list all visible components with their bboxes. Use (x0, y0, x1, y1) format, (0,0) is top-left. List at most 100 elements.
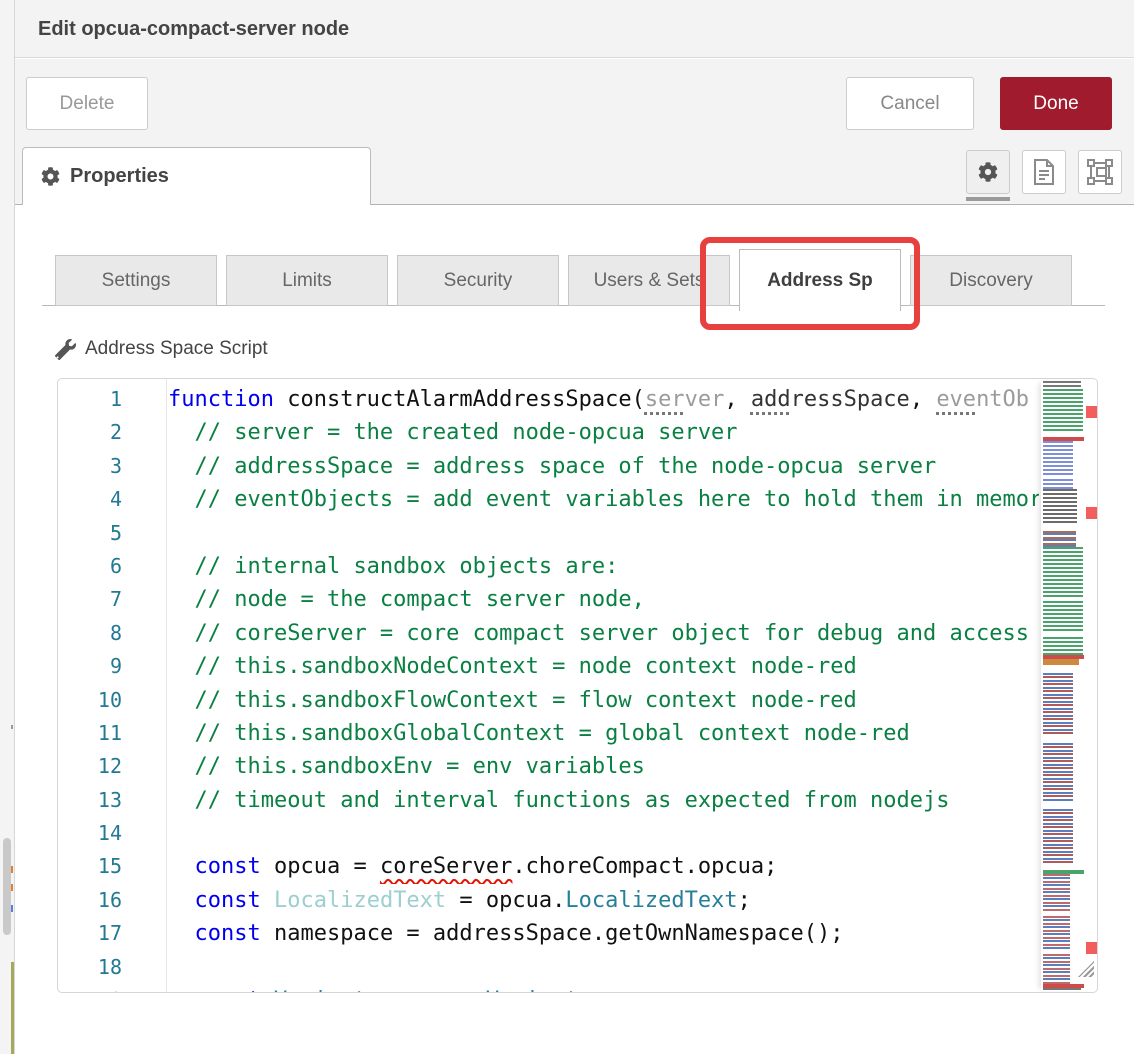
line-number: 9 (58, 650, 166, 683)
code-text: // timeout and interval functions as exp… (166, 784, 949, 817)
node-description-button[interactable] (1022, 150, 1066, 194)
scroll-mark (11, 905, 13, 912)
code-line[interactable]: 14 (58, 817, 1039, 850)
line-number: 8 (58, 617, 166, 650)
delete-button[interactable]: Delete (26, 77, 148, 130)
code-line[interactable]: 8 // coreServer = core compact server ob… (58, 617, 1039, 650)
error-marker (1086, 507, 1097, 519)
wrench-icon (55, 339, 76, 360)
line-number: 5 (58, 517, 166, 550)
code-line[interactable]: 10 // this.sandboxFlowContext = flow con… (58, 684, 1039, 717)
tab-users[interactable]: Users & Sets (568, 255, 730, 306)
code-line[interactable]: 18 (58, 951, 1039, 984)
code-editor[interactable]: 1function constructAlarmAddressSpace(ser… (57, 378, 1098, 993)
code-text: // this.sandboxGlobalContext = global co… (166, 717, 910, 750)
code-line[interactable]: 15 const opcua = coreServer.choreCompact… (58, 850, 1039, 883)
code-line[interactable]: 17 const namespace = addressSpace.getOwn… (58, 917, 1039, 950)
minimap[interactable] (1041, 381, 1085, 991)
edit-node-dialog: Edit opcua-compact-server node Delete Ca… (15, 0, 1134, 1054)
line-number: 18 (58, 951, 166, 984)
error-marker (1086, 406, 1097, 418)
code-area[interactable]: 1function constructAlarmAddressSpace(ser… (58, 379, 1039, 992)
line-number: 19 (58, 984, 166, 992)
minimap-segment (1043, 637, 1083, 655)
dialog-header: Edit opcua-compact-server node (15, 0, 1134, 58)
scroll-mark (11, 866, 13, 873)
code-line[interactable]: 9 // this.sandboxNodeContext = node cont… (58, 650, 1039, 683)
vertical-scrollbar-thumb[interactable] (3, 838, 11, 935)
tab-settings[interactable]: Settings (55, 255, 217, 306)
section-label: Address Space Script (55, 338, 268, 360)
section-label-text: Address Space Script (85, 338, 268, 360)
code-line[interactable]: 3 // addressSpace = address space of the… (58, 450, 1039, 483)
code-text: const LocalizedText = opcua.LocalizedTex… (166, 884, 751, 917)
code-text: function constructAlarmAddressSpace(serv… (166, 383, 1029, 416)
scroll-mark (11, 725, 13, 729)
tab-security[interactable]: Security (397, 255, 559, 306)
workspace-edge (0, 0, 15, 1054)
line-number: 16 (58, 884, 166, 917)
line-number: 14 (58, 817, 166, 850)
properties-tab-label: Properties (70, 165, 169, 188)
cancel-button[interactable]: Cancel (846, 77, 974, 130)
code-line[interactable]: 4 // eventObjects = add event variables … (58, 483, 1039, 516)
line-number: 3 (58, 450, 166, 483)
scroll-mark (11, 962, 14, 1054)
minimap-segment (1043, 809, 1073, 864)
line-number: 1 (58, 383, 166, 416)
code-line[interactable]: 2 // server = the created node-opcua ser… (58, 416, 1039, 449)
tab-properties[interactable]: Properties (22, 147, 371, 205)
minimap-segment (1043, 489, 1077, 523)
line-number: 7 (58, 583, 166, 616)
code-line[interactable]: 19 const Variant = opcua.Variant; (58, 984, 1039, 992)
line-number: 11 (58, 717, 166, 750)
line-number: 4 (58, 483, 166, 516)
node-properties-button[interactable] (966, 150, 1010, 194)
code-line[interactable]: 12 // this.sandboxEnv = env variables (58, 750, 1039, 783)
properties-content: SettingsLimitsSecurityUsers & SetsAddres… (15, 205, 1134, 1054)
code-line[interactable]: 11 // this.sandboxGlobalContext = global… (58, 717, 1039, 750)
minimap-segment (1043, 547, 1083, 597)
line-number: 6 (58, 550, 166, 583)
code-text: // this.sandboxEnv = env variables (166, 750, 645, 783)
line-number: 17 (58, 917, 166, 950)
code-line[interactable]: 16 const LocalizedText = opcua.Localized… (58, 884, 1039, 917)
minimap-segment (1043, 531, 1076, 547)
minimap-segment (1043, 479, 1073, 489)
gear-icon (41, 167, 60, 186)
code-text: // coreServer = core compact server obje… (166, 617, 1029, 650)
minimap-segment (1043, 743, 1073, 801)
gear-icon (978, 162, 998, 182)
line-number: 12 (58, 750, 166, 783)
code-line[interactable]: 5 (58, 517, 1039, 550)
code-text: // addressSpace = address space of the n… (166, 450, 936, 483)
done-button[interactable]: Done (1000, 77, 1112, 130)
node-appearance-button[interactable] (1078, 150, 1122, 194)
line-number: 15 (58, 850, 166, 883)
dialog-button-row: Delete Cancel Done (15, 59, 1134, 140)
editor-toolbar: Properties (15, 140, 1134, 205)
code-text: // eventObjects = add event variables he… (166, 483, 1039, 516)
line-number: 13 (58, 784, 166, 817)
minimap-segment (1043, 673, 1073, 735)
tab-limits[interactable]: Limits (226, 255, 388, 306)
document-icon (1032, 159, 1056, 185)
code-text: // this.sandboxFlowContext = flow contex… (166, 684, 857, 717)
minimap-segment (1043, 381, 1081, 389)
line-number: 10 (58, 684, 166, 717)
code-line[interactable]: 13 // timeout and interval functions as … (58, 784, 1039, 817)
error-marker (1086, 942, 1097, 954)
code-text (166, 951, 168, 984)
minimap-segment (1043, 916, 1070, 950)
tab-discovery[interactable]: Discovery (910, 255, 1072, 306)
code-text: // server = the created node-opcua serve… (166, 416, 738, 449)
tab-address-space[interactable]: Address Sp (739, 249, 901, 311)
code-text: const Variant = opcua.Variant; (166, 984, 592, 992)
line-number: 2 (58, 416, 166, 449)
appearance-icon (1087, 159, 1113, 185)
code-text: // internal sandbox objects are: (166, 550, 618, 583)
code-line[interactable]: 7 // node = the compact server node, (58, 583, 1039, 616)
code-line[interactable]: 1function constructAlarmAddressSpace(ser… (58, 383, 1039, 416)
code-line[interactable]: 6 // internal sandbox objects are: (58, 550, 1039, 583)
minimap-segment (1043, 874, 1070, 912)
